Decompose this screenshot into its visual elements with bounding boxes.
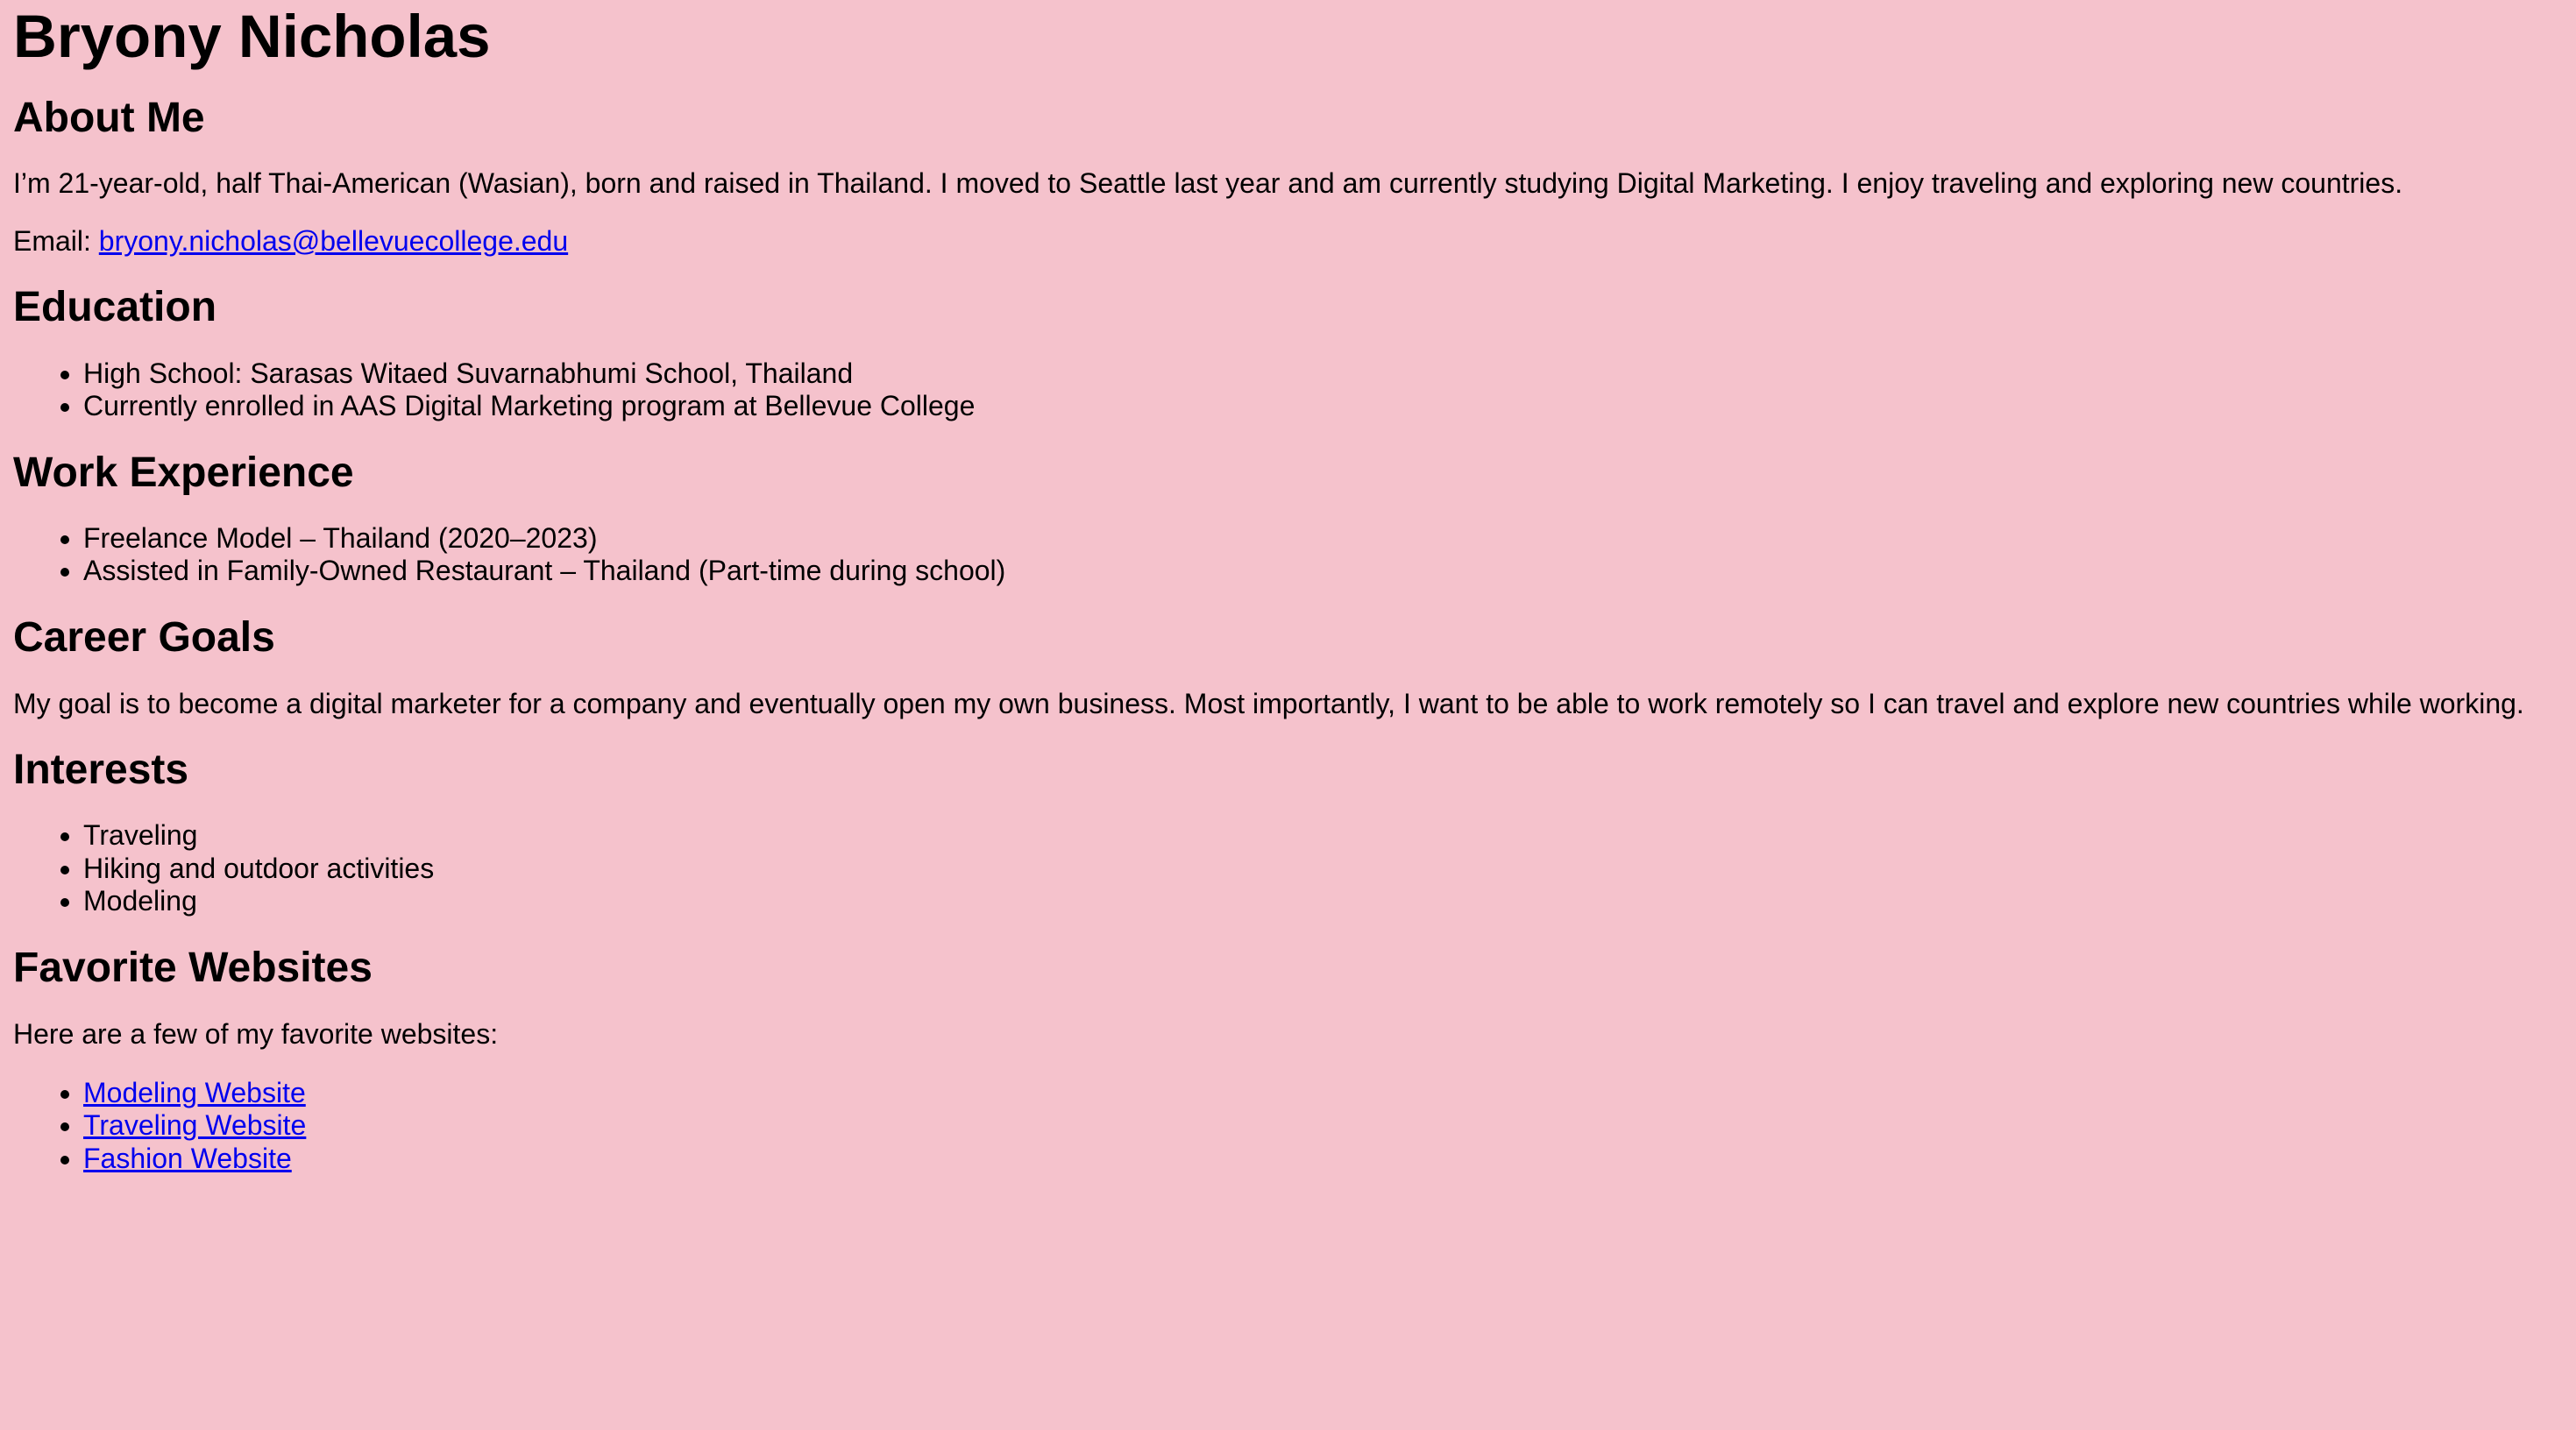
traveling-website-link[interactable]: Traveling Website bbox=[83, 1109, 306, 1141]
list-item: Traveling Website bbox=[83, 1109, 2563, 1143]
resume-page: Bryony Nicholas About Me I’m 21-year-old… bbox=[0, 2, 2576, 1175]
list-item: Modeling bbox=[83, 885, 2563, 918]
about-text: I’m 21-year-old, half Thai-American (Was… bbox=[13, 166, 2403, 199]
list-item: High School: Sarasas Witaed Suvarnabhumi… bbox=[83, 358, 2563, 391]
list-item: Fashion Website bbox=[83, 1143, 2563, 1176]
list-item: Modeling Website bbox=[83, 1077, 2563, 1110]
list-item: Traveling bbox=[83, 819, 2563, 853]
list-item: Assisted in Family-Owned Restaurant – Th… bbox=[83, 555, 2563, 588]
list-item: Currently enrolled in AAS Digital Market… bbox=[83, 390, 2563, 423]
email-label: Email: bbox=[13, 224, 91, 257]
education-list: High School: Sarasas Witaed Suvarnabhumi… bbox=[13, 358, 2563, 423]
fashion-website-link[interactable]: Fashion Website bbox=[83, 1143, 292, 1174]
interests-heading: Interests bbox=[13, 747, 189, 794]
modeling-website-link[interactable]: Modeling Website bbox=[83, 1077, 306, 1108]
interests-list: Traveling Hiking and outdoor activities … bbox=[13, 819, 2563, 918]
list-item: Freelance Model – Thailand (2020–2023) bbox=[83, 522, 2563, 556]
favorite-websites-intro: Here are a few of my favorite websites: bbox=[13, 1018, 499, 1051]
favorite-websites-heading: Favorite Websites bbox=[13, 944, 373, 991]
favorite-websites-list: Modeling Website Traveling Website Fashi… bbox=[13, 1077, 2563, 1176]
education-heading: Education bbox=[13, 284, 217, 331]
work-heading: Work Experience bbox=[13, 449, 354, 496]
page-title: Bryony Nicholas bbox=[13, 3, 491, 70]
career-goals-heading: Career Goals bbox=[13, 613, 275, 661]
about-heading: About Me bbox=[13, 95, 205, 142]
career-goals-text: My goal is to become a digital marketer … bbox=[13, 687, 2524, 719]
list-item: Hiking and outdoor activities bbox=[83, 853, 2563, 886]
email-link[interactable]: bryony.nicholas@bellevuecollege.edu bbox=[99, 225, 568, 257]
email-line: Email: bryony.nicholas@bellevuecollege.e… bbox=[13, 224, 2563, 258]
work-list: Freelance Model – Thailand (2020–2023) A… bbox=[13, 522, 2563, 588]
